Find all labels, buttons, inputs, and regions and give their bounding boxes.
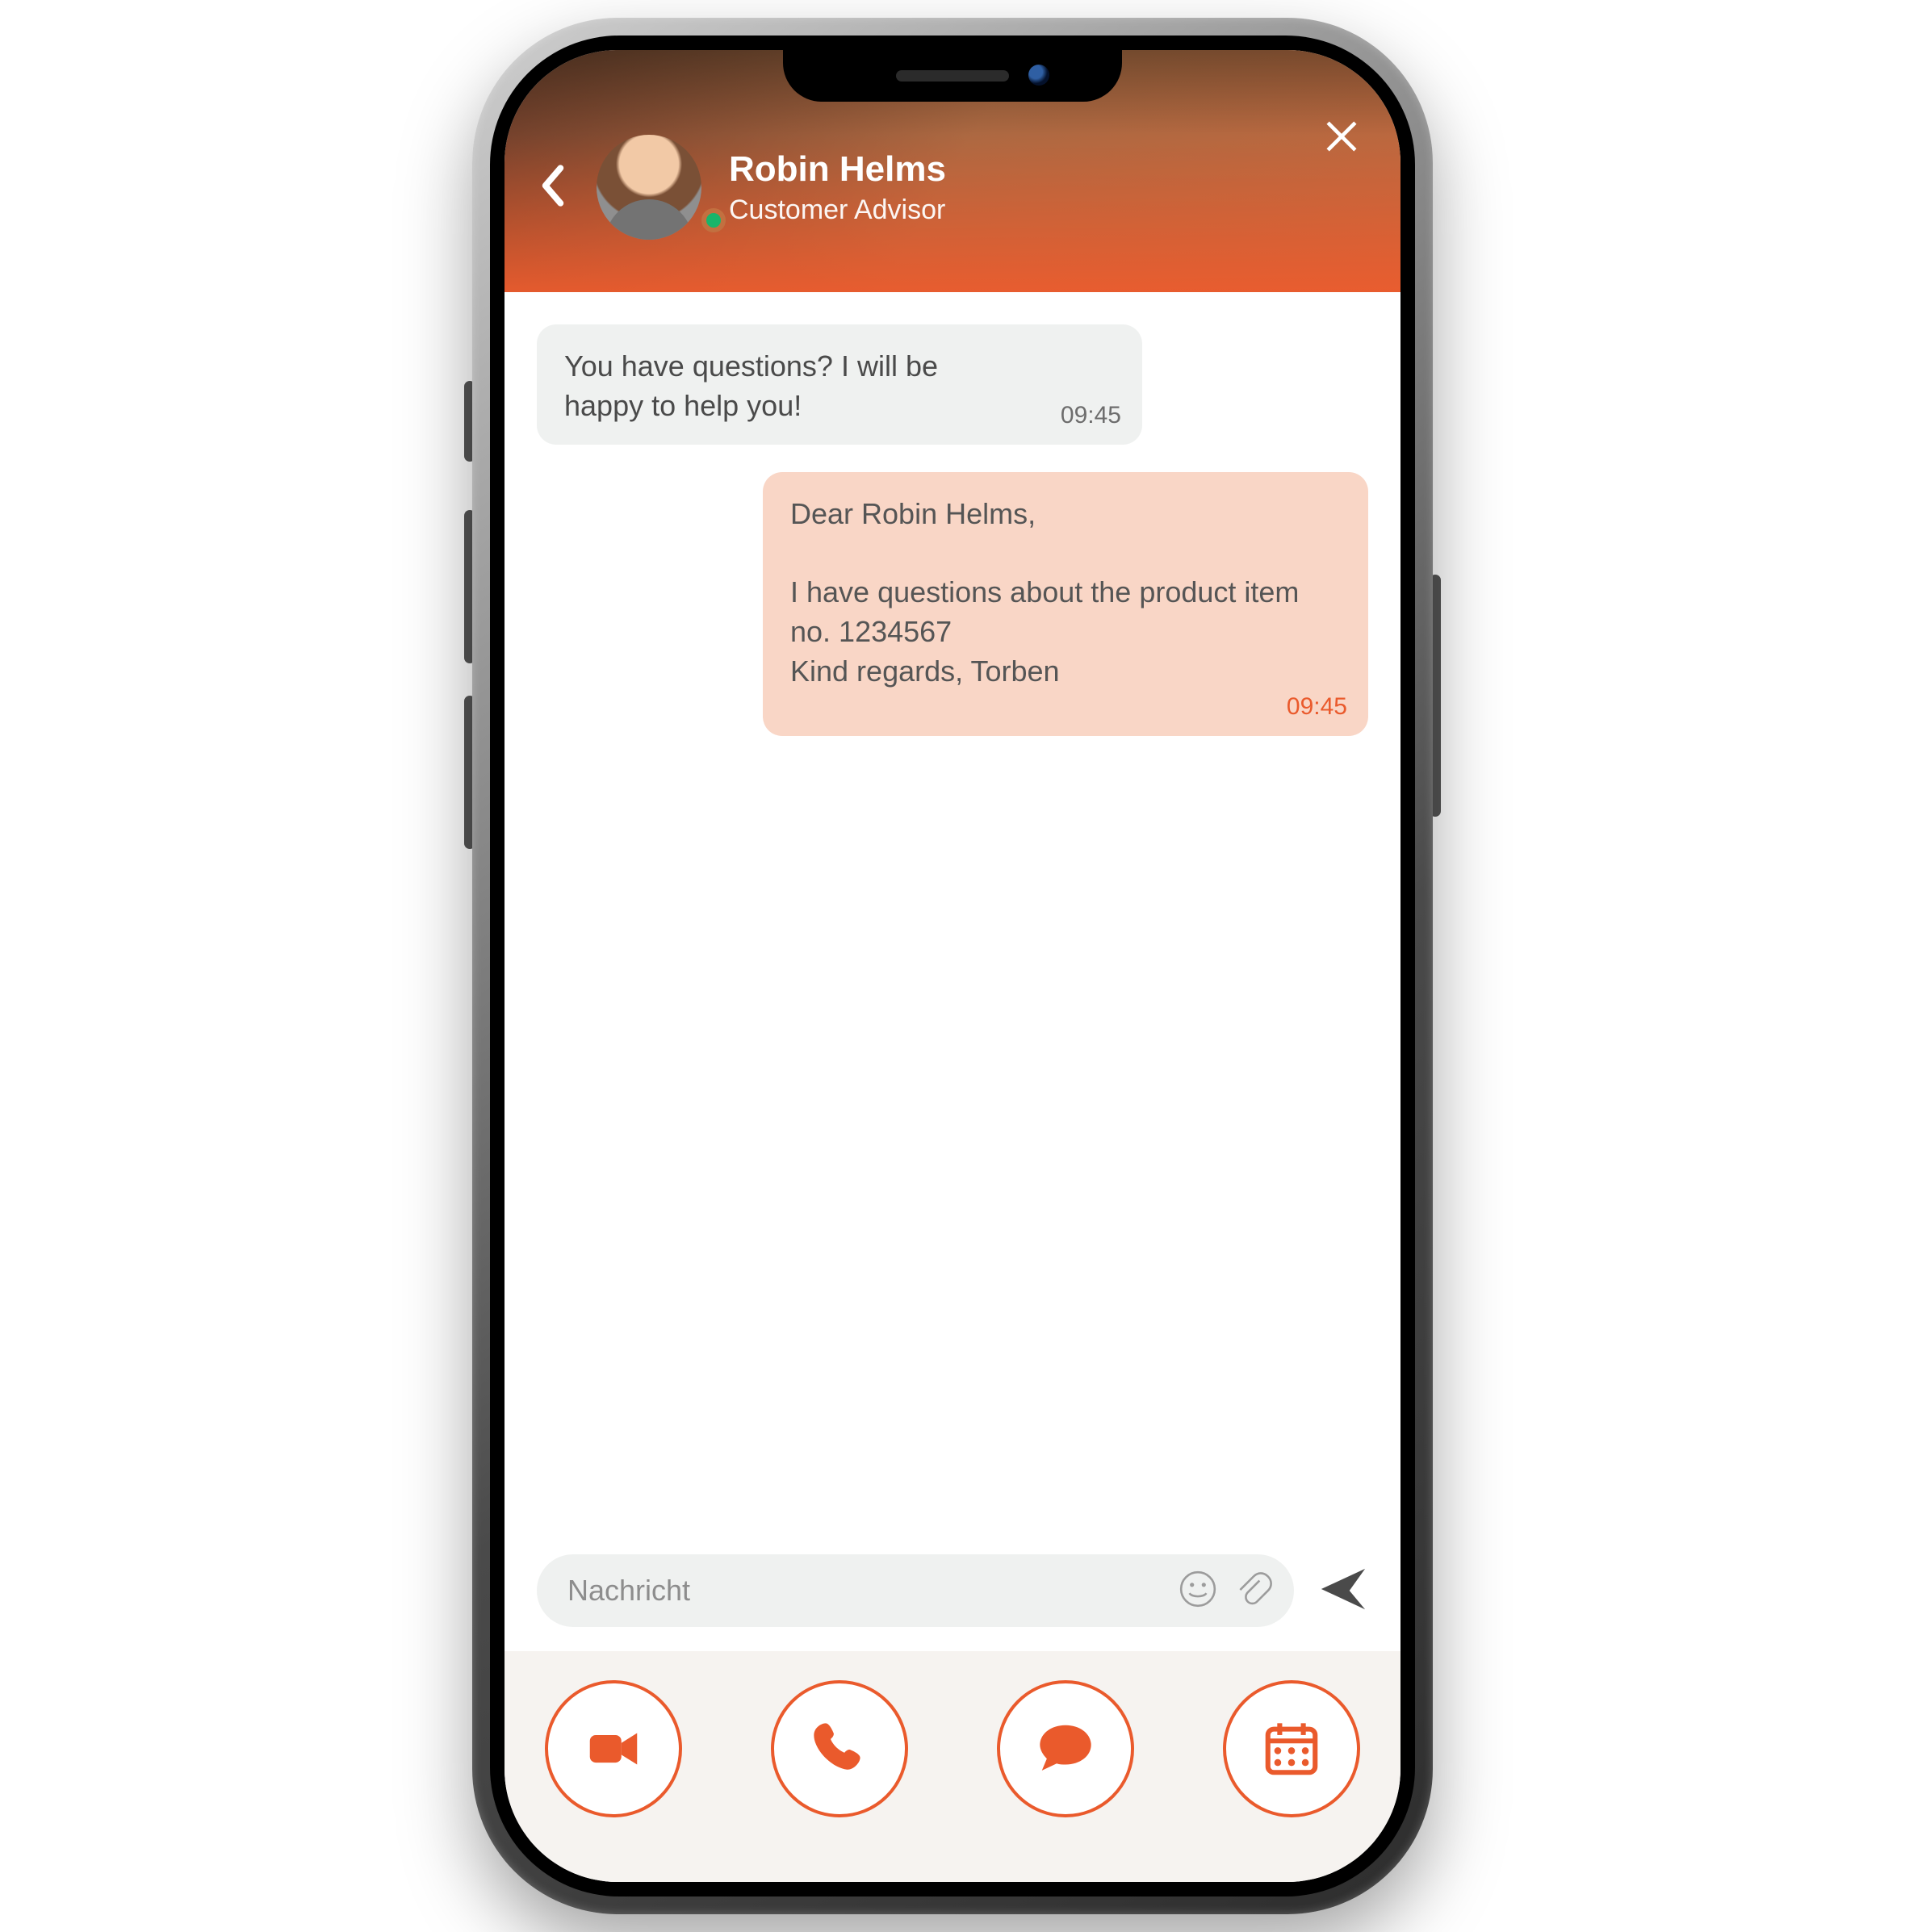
conversation-area: You have questions? I will be happy to h…: [505, 292, 1400, 1540]
message-composer: [505, 1540, 1400, 1651]
video-icon: [582, 1717, 645, 1780]
message-text: Dear Robin Helms, I have questions about…: [790, 495, 1341, 691]
advisor-name: Robin Helms: [729, 149, 1296, 190]
message-text: You have questions? I will be happy to h…: [564, 347, 1115, 425]
close-button[interactable]: [1323, 118, 1360, 159]
message-time: 09:45: [1061, 399, 1121, 433]
toolbar-video-button[interactable]: [545, 1680, 682, 1817]
presence-indicator: [701, 208, 726, 232]
emoji-button[interactable]: [1178, 1569, 1218, 1613]
send-button[interactable]: [1318, 1564, 1368, 1618]
message-outgoing: Dear Robin Helms, I have questions about…: [763, 472, 1368, 736]
calendar-icon: [1260, 1717, 1323, 1780]
toolbar-call-button[interactable]: [771, 1680, 908, 1817]
phone-frame: Robin Helms Customer Advisor You have qu…: [472, 18, 1433, 1914]
phone-notch: [783, 50, 1122, 102]
message-input[interactable]: [567, 1574, 1163, 1608]
message-incoming: You have questions? I will be happy to h…: [537, 324, 1142, 445]
message-field[interactable]: [537, 1554, 1294, 1627]
action-toolbar: [505, 1651, 1400, 1882]
attach-button[interactable]: [1233, 1569, 1273, 1613]
phone-icon: [808, 1717, 871, 1780]
chevron-left-icon: [537, 163, 569, 208]
advisor-role: Customer Advisor: [729, 194, 1296, 226]
chat-icon: [1034, 1717, 1097, 1780]
toolbar-chat-button[interactable]: [997, 1680, 1134, 1817]
advisor-avatar[interactable]: [597, 135, 701, 240]
smile-icon: [1178, 1569, 1218, 1609]
close-icon: [1323, 118, 1360, 155]
paperclip-icon: [1233, 1569, 1273, 1609]
message-time: 09:45: [1287, 691, 1347, 724]
toolbar-calendar-button[interactable]: [1223, 1680, 1360, 1817]
back-button[interactable]: [537, 163, 569, 212]
send-icon: [1318, 1564, 1368, 1614]
